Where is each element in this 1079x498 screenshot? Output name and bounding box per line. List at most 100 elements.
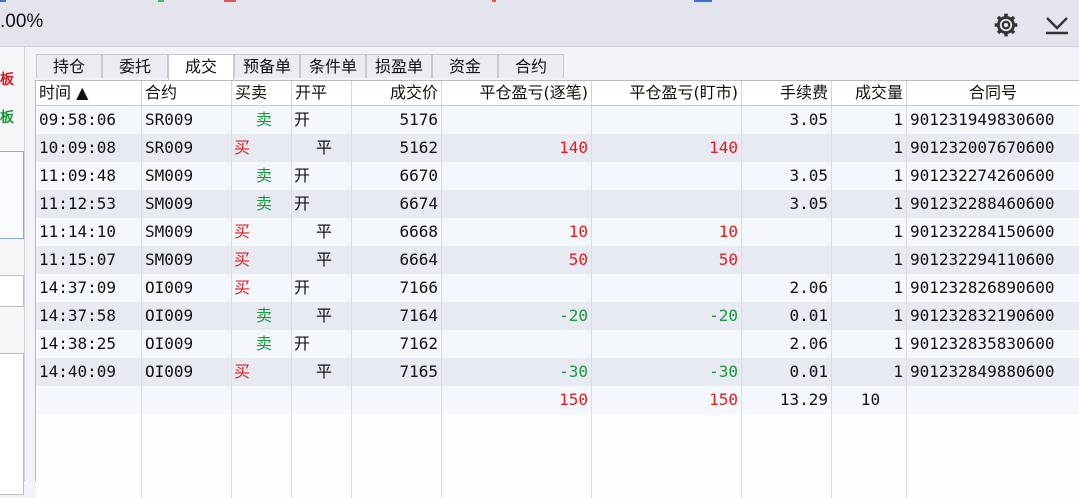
decor-strip [694, 0, 712, 2]
cell-contract: SR009 [142, 106, 232, 134]
table-row[interactable]: 11:15:07 SM009 买平 6664 50 50 1 901232294110600 [36, 246, 1079, 274]
cell-side [232, 470, 292, 498]
cell-order-id: 901232284150600 [907, 218, 1079, 246]
cell-time: 14:37:09 [36, 274, 142, 302]
table-row[interactable]: 11:14:10 SM009 买平 6668 10 10 1 901232284150600 [36, 218, 1079, 246]
left-panel: 板 板 [0, 47, 25, 495]
column-header-pnl-per-trade[interactable]: 平仓盈亏(逐笔) [442, 81, 592, 105]
cell-quantity: 1 [832, 162, 907, 190]
cell-order-id: 901232835830600 [907, 330, 1079, 358]
cell-contract [142, 442, 232, 470]
column-header-time[interactable]: 时间 ▲ [36, 81, 142, 105]
cell-contract: OI009 [142, 330, 232, 358]
cell-fee: 3.05 [742, 162, 832, 190]
cell-time: 11:15:07 [36, 246, 142, 274]
column-header-quantity[interactable]: 成交量 [832, 81, 907, 105]
cell-side [232, 442, 292, 470]
tab-bar: 持仓 委托 成交 预备单 条件单 损盈单 资金 合约 [36, 54, 564, 80]
tab-orders[interactable]: 委托 [102, 54, 168, 78]
table-row[interactable]: 11:09:48 SM009 卖开 6670 3.05 1 901232274260600 [36, 162, 1079, 190]
cell-pnl-per-trade [442, 162, 592, 190]
column-header-price[interactable]: 成交价 [352, 81, 442, 105]
cell-price: 6674 [352, 190, 442, 218]
cell-pnl-per-trade [442, 106, 592, 134]
table-row[interactable]: 14:38:25 OI009 卖开 7162 2.06 1 901232835830600 [36, 330, 1079, 358]
cell-price: 7162 [352, 330, 442, 358]
cell-time: 11:09:48 [36, 162, 142, 190]
tab-trades[interactable]: 成交 [168, 54, 234, 80]
cell-time: 11:14:10 [36, 218, 142, 246]
table-row[interactable]: 10:09:08 SR009 买平 5162 140 140 1 90123200767060… [36, 134, 1079, 162]
cell-time: 10:09:08 [36, 134, 142, 162]
cell-side: 买 [232, 358, 292, 386]
cell-order-id: 901232294110600 [907, 246, 1079, 274]
cell-contract: SM009 [142, 190, 232, 218]
cell-pnl-mark-to-market [592, 106, 742, 134]
cell-side [232, 414, 292, 442]
tab-contracts[interactable]: 合约 [498, 54, 564, 78]
total-fee: 13.29 [742, 386, 832, 414]
cell-time: 11:12:53 [36, 190, 142, 218]
empty-row [36, 470, 1079, 498]
decor-strip [224, 0, 236, 2]
cell-fee: 3.05 [742, 190, 832, 218]
total-pnl-mark-to-market: 150 [592, 386, 742, 414]
cell-open-close: 平 [292, 358, 352, 386]
left-panel-box[interactable] [0, 151, 24, 239]
cell-side: 买 [232, 274, 292, 302]
tab-stop-orders[interactable]: 损盈单 [366, 54, 432, 78]
cell-contract [142, 414, 232, 442]
tab-positions[interactable]: 持仓 [36, 54, 102, 78]
left-panel-box[interactable] [0, 275, 24, 307]
cell-fee: 3.05 [742, 106, 832, 134]
cell-quantity: 1 [832, 246, 907, 274]
column-header-side[interactable]: 买卖 [232, 81, 292, 105]
cell-quantity: 1 [832, 302, 907, 330]
cell-quantity [832, 442, 907, 470]
total-open-close [292, 386, 352, 414]
cell-contract: SM009 [142, 162, 232, 190]
gear-icon[interactable] [993, 12, 1019, 38]
cell-fee [742, 134, 832, 162]
table-row[interactable]: 11:12:53 SM009 卖开 6674 3.05 1 901232288460600 [36, 190, 1079, 218]
cell-pnl-per-trade [442, 190, 592, 218]
totals-row[interactable]: 150 150 13.29 10 [36, 386, 1079, 414]
cell-contract: SM009 [142, 246, 232, 274]
cell-time: 14:40:09 [36, 358, 142, 386]
collapse-down-icon[interactable] [1044, 14, 1070, 36]
cell-pnl-mark-to-market: 50 [592, 246, 742, 274]
cell-fee [742, 246, 832, 274]
tab-prepared-orders[interactable]: 预备单 [234, 54, 300, 78]
table-row[interactable]: 14:37:09 OI009 买开 7166 2.06 1 901232826890600 [36, 274, 1079, 302]
cell-open-close [292, 442, 352, 470]
cell-open-close: 开 [292, 190, 352, 218]
column-header-contract[interactable]: 合约 [142, 81, 232, 105]
cell-contract: OI009 [142, 274, 232, 302]
top-bar: .00% [0, 0, 1079, 47]
cell-pnl-per-trade: -30 [442, 358, 592, 386]
cell-quantity: 1 [832, 134, 907, 162]
cell-time [36, 414, 142, 442]
tab-conditional-orders[interactable]: 条件单 [300, 54, 366, 78]
column-header-fee[interactable]: 手续费 [742, 81, 832, 105]
cell-price [352, 470, 442, 498]
column-header-pnl-mark-to-market[interactable]: 平仓盈亏(盯市) [592, 81, 742, 105]
column-header-order-id[interactable]: 合同号 [907, 81, 1079, 105]
cell-quantity: 1 [832, 358, 907, 386]
cell-price: 5176 [352, 106, 442, 134]
total-time [36, 386, 142, 414]
cell-pnl-mark-to-market: -30 [592, 358, 742, 386]
tab-funds[interactable]: 资金 [432, 54, 498, 78]
cell-quantity: 1 [832, 106, 907, 134]
cell-side: 买 [232, 246, 292, 274]
column-header-open-close[interactable]: 开平 [292, 81, 352, 105]
cell-open-close: 开 [292, 330, 352, 358]
cell-price: 6668 [352, 218, 442, 246]
cell-open-close: 平 [292, 134, 352, 162]
left-panel-box [0, 353, 24, 495]
cell-side: 卖 [232, 302, 292, 330]
table-row[interactable]: 14:37:58 OI009 卖平 7164 -20 -20 0.01 1 9012328321… [36, 302, 1079, 330]
table-row[interactable]: 09:58:06 SR009 卖开 5176 3.05 1 901231949830600 [36, 106, 1079, 134]
table-row[interactable]: 14:40:09 OI009 买平 7165 -30 -30 0.01 1 9012328498… [36, 358, 1079, 386]
cell-side: 买 [232, 218, 292, 246]
